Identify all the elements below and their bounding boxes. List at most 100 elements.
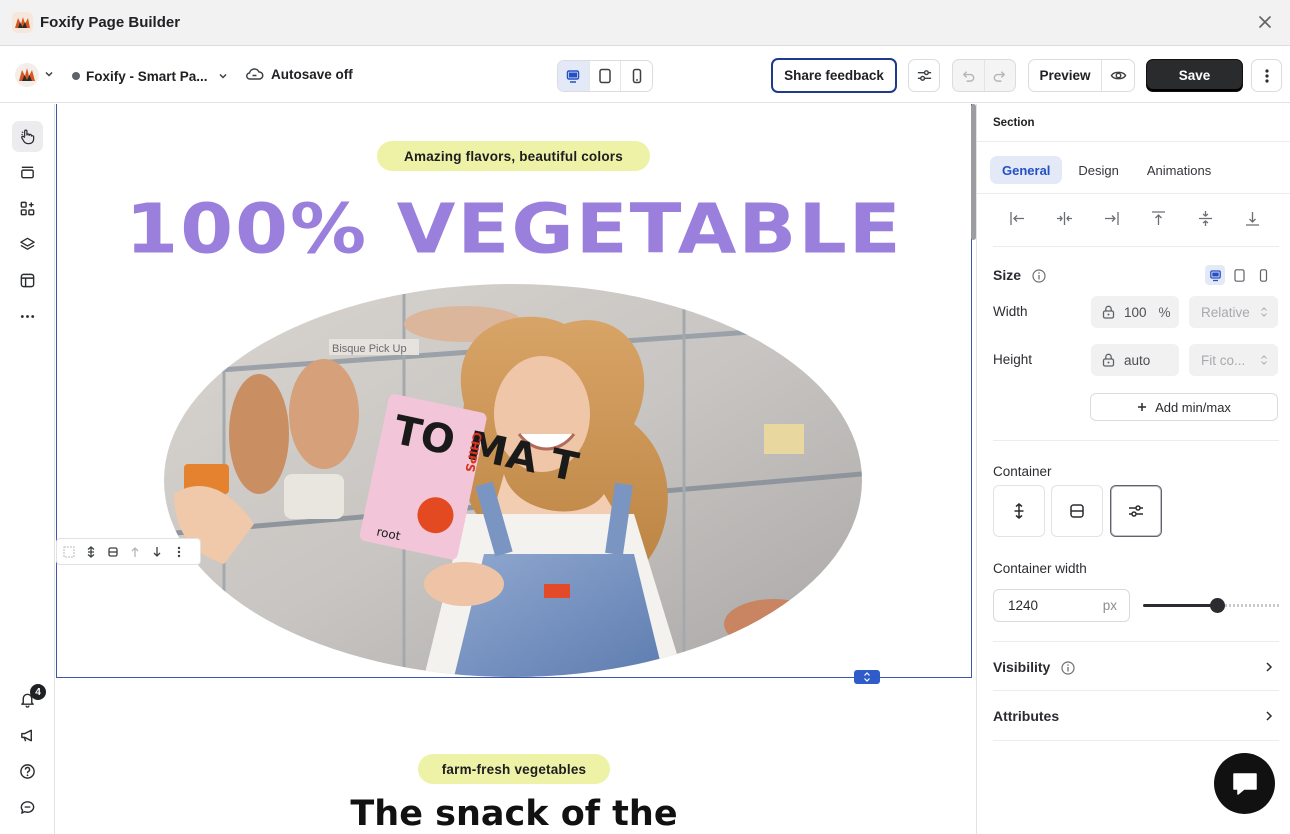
arrow-down-icon[interactable] [151,546,163,558]
vertical-dots-icon [1264,68,1269,83]
chevron-right-icon[interactable] [1264,661,1273,673]
save-button[interactable]: Save [1146,59,1243,92]
height-mode-select[interactable]: Fit co... [1189,344,1278,376]
updown-chevron-icon [1261,307,1267,317]
tab-general[interactable]: General [990,156,1063,184]
chevron-down-icon[interactable] [44,69,54,79]
divider [993,246,1279,247]
slider-thumb[interactable] [1210,598,1225,613]
align-top-icon[interactable] [1150,210,1167,227]
size-label: Size [993,267,1022,283]
tablet-icon [1233,268,1245,282]
tab-animations[interactable]: Animations [1135,156,1223,184]
left-rail: 4 [0,104,55,834]
height-field[interactable]: auto [1091,344,1179,376]
attributes-label[interactable]: Attributes [993,708,1059,724]
container-full-button[interactable] [993,485,1045,537]
chevron-down-icon [219,73,227,79]
container-width-slider[interactable] [1143,597,1280,613]
container-width-input[interactable]: 1240 px [993,589,1130,622]
mobile-view-button[interactable] [620,61,652,91]
autosave-toggle[interactable]: Autosave off [245,66,353,82]
share-feedback-button[interactable]: Share feedback [771,58,897,93]
chat-bubble-icon [1232,772,1257,795]
desktop-icon [1209,269,1221,281]
page-selector[interactable]: Foxify - Smart Pa... [72,67,228,85]
section-tagline-badge[interactable]: farm-fresh vegetables [418,754,610,784]
settings-button[interactable] [908,59,940,92]
hero-image[interactable]: Bisque Pick Up TO MA T root CHIPS [164,284,862,677]
height-value: auto [1124,352,1151,368]
size-tablet-button[interactable] [1229,265,1249,285]
store-sign-text: Bisque Pick Up [332,343,407,355]
move-icon[interactable] [85,545,97,558]
desktop-view-button[interactable] [558,61,589,91]
rail-item-add-elements[interactable] [12,193,43,224]
undo-redo-group [952,59,1016,92]
info-icon[interactable] [1061,661,1075,675]
rail-item-announcements[interactable] [12,720,43,751]
editor-canvas[interactable]: Amazing flavors, beautiful colors 100% V… [56,104,976,834]
desktop-icon [567,70,580,83]
foxify-logo-icon [12,12,33,33]
info-icon[interactable] [1032,269,1046,283]
live-preview-button[interactable] [1102,60,1134,91]
arrow-up-icon[interactable] [129,546,141,558]
more-icon [20,315,35,318]
tab-design[interactable]: Design [1066,156,1130,184]
tagline-badge[interactable]: Amazing flavors, beautiful colors [377,141,650,171]
size-desktop-button[interactable] [1205,265,1225,285]
updown-chevron-icon [1261,355,1267,365]
size-mobile-button[interactable] [1253,265,1273,285]
eye-icon [1110,71,1126,80]
sliders-icon [917,70,931,81]
panel-title: Section [993,117,1035,129]
visibility-label[interactable]: Visibility [993,659,1050,675]
add-min-max-button[interactable]: Add min/max [1090,393,1278,421]
height-label: Height [993,352,1033,367]
page-name: Foxify - Smart Pa... [86,68,208,84]
align-left-icon[interactable] [1009,210,1026,227]
expand-icon[interactable] [107,546,119,558]
tablet-view-button[interactable] [588,61,621,91]
inspector-panel: Section General Design Animations Size W… [976,104,1290,834]
lock-icon[interactable] [1102,305,1115,319]
rail-item-select[interactable] [12,121,43,152]
hero-headline[interactable]: 100% VEGETABLE [56,188,972,268]
container-width-value: 1240 [1008,598,1039,613]
vertical-dots-icon[interactable] [173,546,185,558]
width-mode-select[interactable]: Relative [1189,296,1278,328]
divider [993,440,1279,441]
section-resize-handle[interactable] [854,670,880,684]
align-center-horizontal-icon[interactable] [1056,210,1073,227]
add-elements-icon [20,201,35,216]
boxed-icon [1070,504,1084,518]
support-chat-button[interactable] [1214,753,1275,814]
undo-button[interactable] [953,60,984,91]
rail-item-theme[interactable] [12,265,43,296]
store-logo-icon[interactable] [15,63,39,87]
close-icon[interactable] [1256,13,1274,31]
rail-item-sections[interactable] [12,157,43,188]
more-options-button[interactable] [1251,59,1282,92]
align-right-icon[interactable] [1103,210,1120,227]
window-titlebar: Foxify Page Builder [0,0,1290,46]
container-custom-button[interactable] [1110,485,1162,537]
container-boxed-button[interactable] [1051,485,1103,537]
align-center-vertical-icon[interactable] [1197,210,1214,227]
align-bottom-icon[interactable] [1244,210,1261,227]
rail-item-help[interactable] [12,756,43,787]
rail-item-chat[interactable] [12,792,43,823]
width-field[interactable]: 100 % [1091,296,1179,328]
lock-icon[interactable] [1102,353,1115,367]
preview-button[interactable]: Preview [1029,60,1102,91]
redo-button[interactable] [983,60,1016,91]
drag-handle-icon[interactable] [63,545,75,558]
resize-vertical-icon [864,672,870,682]
section-headline[interactable]: The snack of the [56,794,972,834]
rail-item-layers[interactable] [12,229,43,260]
rail-item-more[interactable] [12,301,43,332]
autosave-label: Autosave off [271,66,353,82]
chevron-right-icon[interactable] [1264,710,1273,722]
alignment-toolbar [993,210,1277,227]
